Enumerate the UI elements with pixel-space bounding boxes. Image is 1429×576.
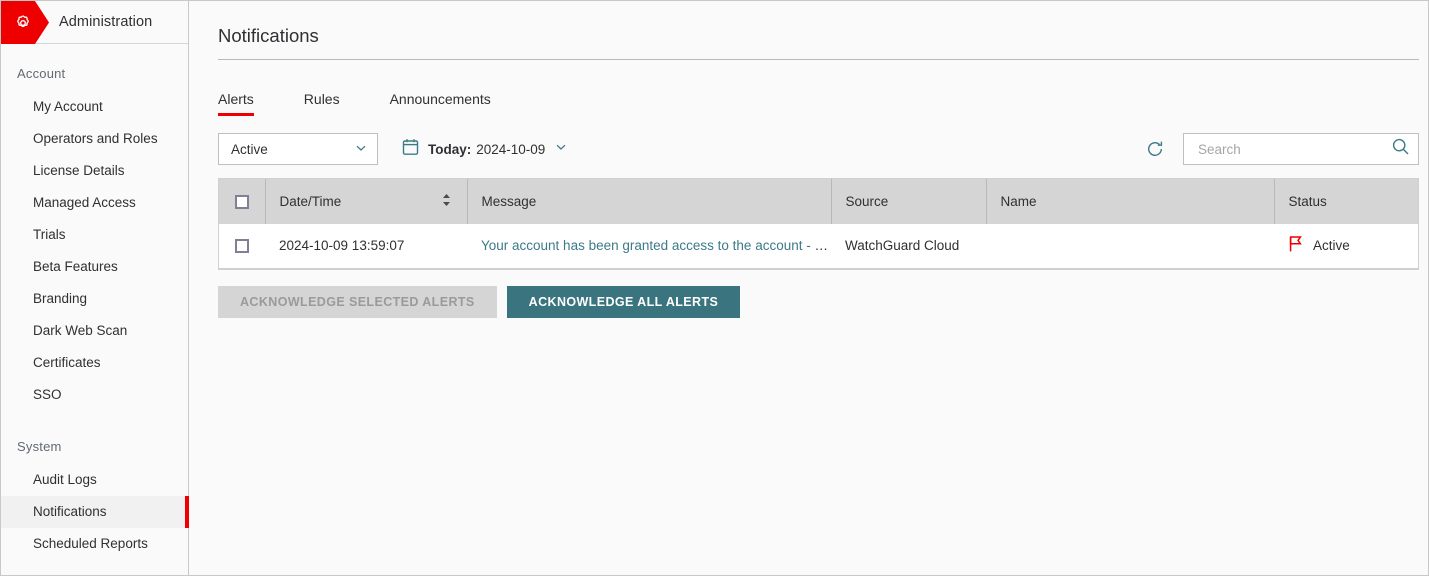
column-header-label: Source <box>846 194 889 209</box>
search-box[interactable] <box>1183 133 1419 165</box>
tab-rules[interactable]: Rules <box>304 91 340 116</box>
cell-source: WatchGuard Cloud <box>831 224 986 268</box>
gear-icon <box>1 1 49 44</box>
sort-updown-icon[interactable] <box>440 191 453 212</box>
table-body: 2024-10-09 13:59:07 Your account has bee… <box>219 224 1418 268</box>
tab-label: Rules <box>304 91 340 107</box>
tab-alerts[interactable]: Alerts <box>218 91 254 116</box>
sidebar-item-dark-web-scan[interactable]: Dark Web Scan <box>1 315 188 347</box>
page-title: Notifications <box>189 1 1428 59</box>
column-header-name[interactable]: Name <box>986 179 1274 224</box>
row-select-cell <box>219 224 265 268</box>
sidebar-item-label: Managed Access <box>33 195 136 210</box>
search-icon[interactable] <box>1391 137 1410 161</box>
sidebar-item-notifications[interactable]: Notifications <box>1 496 188 528</box>
sidebar-item-label: License Details <box>33 163 125 178</box>
alerts-table-container: Date/Time Message Source <box>218 178 1419 270</box>
sidebar-item-label: My Account <box>33 99 103 114</box>
sidebar-item-scheduled-reports[interactable]: Scheduled Reports <box>1 528 188 560</box>
sidebar-section-account: Account <box>1 44 188 91</box>
sidebar-item-beta-features[interactable]: Beta Features <box>1 251 188 283</box>
search-input[interactable] <box>1196 141 1391 158</box>
acknowledge-selected-alerts-button[interactable]: ACKNOWLEDGE SELECTED ALERTS <box>218 286 497 318</box>
sidebar-item-label: Audit Logs <box>33 472 97 487</box>
sidebar-item-label: Operators and Roles <box>33 131 158 146</box>
tab-announcements[interactable]: Announcements <box>390 91 491 116</box>
column-header-message[interactable]: Message <box>467 179 831 224</box>
sidebar-item-label: Dark Web Scan <box>33 323 127 338</box>
table-actions: ACKNOWLEDGE SELECTED ALERTS ACKNOWLEDGE … <box>189 270 1428 318</box>
select-all-checkbox[interactable] <box>235 195 249 209</box>
column-header-label: Name <box>1001 194 1037 209</box>
date-filter[interactable]: Today: 2024-10-09 <box>402 138 568 161</box>
calendar-icon <box>402 138 419 161</box>
cell-status: Active <box>1274 224 1418 268</box>
main-content: Notifications Alerts Rules Announcements… <box>189 1 1428 575</box>
chevron-down-icon <box>354 141 368 158</box>
cell-datetime: 2024-10-09 13:59:07 <box>265 224 467 268</box>
sidebar-item-my-account[interactable]: My Account <box>1 91 188 123</box>
column-header-label: Message <box>482 194 537 209</box>
column-header-label: Date/Time <box>280 194 440 209</box>
sidebar-item-managed-access[interactable]: Managed Access <box>1 187 188 219</box>
sidebar-item-license-details[interactable]: License Details <box>1 155 188 187</box>
status-label: Active <box>1313 238 1350 253</box>
sidebar-item-audit-logs[interactable]: Audit Logs <box>1 464 188 496</box>
chevron-down-icon <box>554 140 568 159</box>
date-filter-label: Today: <box>428 142 471 157</box>
sidebar-item-label: Notifications <box>33 504 107 519</box>
sidebar-item-trials[interactable]: Trials <box>1 219 188 251</box>
column-header-source[interactable]: Source <box>831 179 986 224</box>
sidebar-item-label: Branding <box>33 291 87 306</box>
refresh-icon[interactable] <box>1141 135 1169 163</box>
sidebar-item-certificates[interactable]: Certificates <box>1 347 188 379</box>
column-header-datetime[interactable]: Date/Time <box>265 179 467 224</box>
date-filter-value: 2024-10-09 <box>476 142 545 157</box>
alerts-table: Date/Time Message Source <box>219 179 1418 269</box>
table-header-row: Date/Time Message Source <box>219 179 1418 224</box>
sidebar-item-label: Scheduled Reports <box>33 536 148 551</box>
brand-header: Administration <box>1 1 188 44</box>
acknowledge-all-alerts-button[interactable]: ACKNOWLEDGE ALL ALERTS <box>507 286 741 318</box>
row-checkbox[interactable] <box>235 239 249 253</box>
sidebar-item-label: Beta Features <box>33 259 118 274</box>
table-row[interactable]: 2024-10-09 13:59:07 Your account has bee… <box>219 224 1418 268</box>
cell-message: Your account has been granted access to … <box>467 224 831 268</box>
select-all-header <box>219 179 265 224</box>
application-window: Administration Account My Account Operat… <box>0 0 1429 576</box>
sidebar: Administration Account My Account Operat… <box>1 1 189 575</box>
cell-name <box>986 224 1274 268</box>
message-link[interactable]: Your account has been granted access to … <box>481 238 831 253</box>
status-filter-value: Active <box>231 142 354 157</box>
flag-icon <box>1288 235 1304 256</box>
filter-bar: Active Today: 2024-10-09 <box>189 116 1428 170</box>
table-header: Date/Time Message Source <box>219 179 1418 224</box>
tab-label: Announcements <box>390 91 491 107</box>
status-filter-select[interactable]: Active <box>218 133 378 165</box>
column-header-label: Status <box>1289 194 1327 209</box>
column-header-status[interactable]: Status <box>1274 179 1418 224</box>
tab-bar: Alerts Rules Announcements <box>189 60 1428 116</box>
sidebar-item-branding[interactable]: Branding <box>1 283 188 315</box>
sidebar-item-operators-and-roles[interactable]: Operators and Roles <box>1 123 188 155</box>
brand-title: Administration <box>59 14 152 30</box>
sidebar-section-system: System <box>1 411 188 464</box>
sidebar-item-sso[interactable]: SSO <box>1 379 188 411</box>
tab-label: Alerts <box>218 91 254 107</box>
sidebar-item-label: Certificates <box>33 355 101 370</box>
sidebar-item-label: SSO <box>33 387 62 402</box>
sidebar-item-label: Trials <box>33 227 66 242</box>
